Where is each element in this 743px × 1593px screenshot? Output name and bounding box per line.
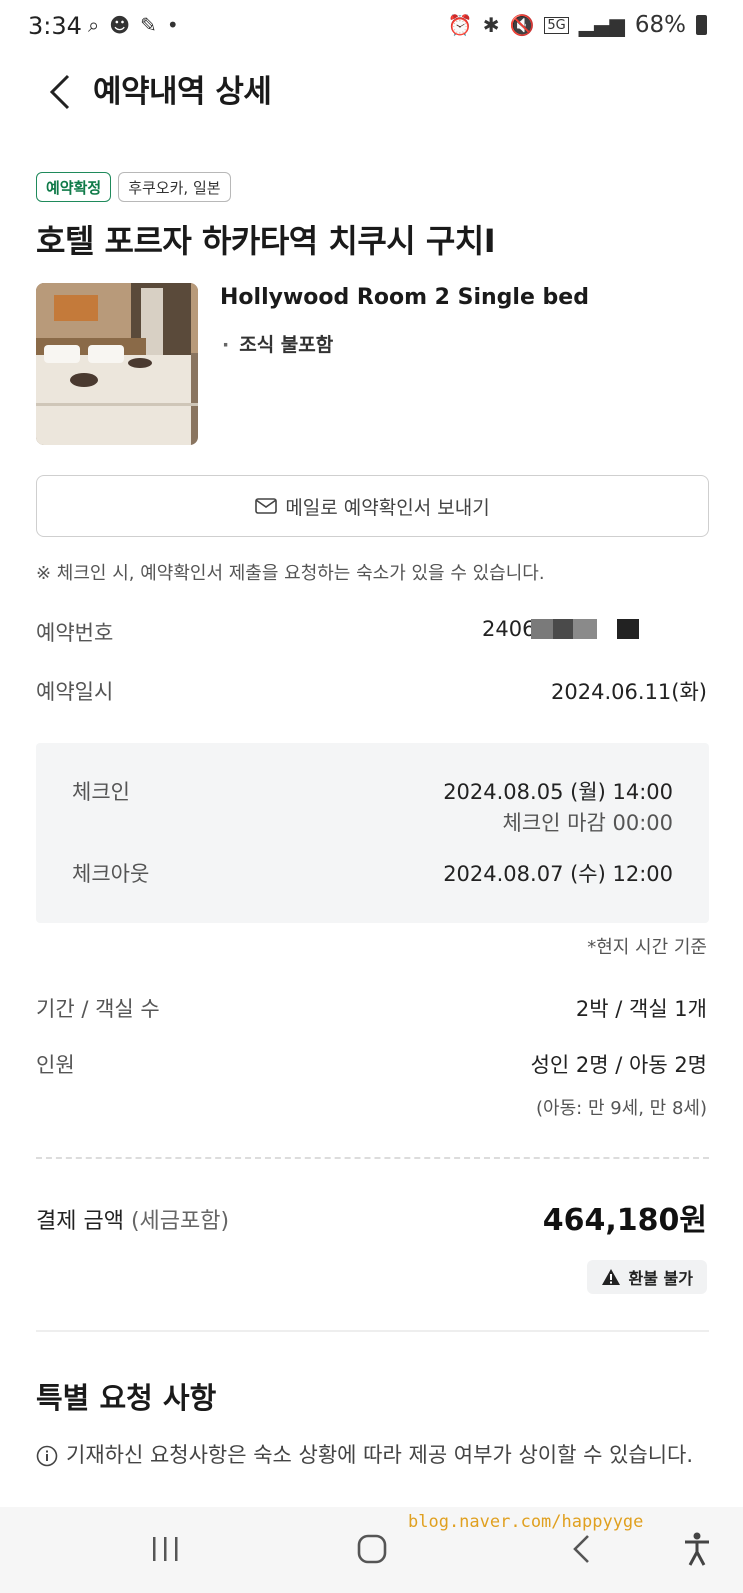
status-badge: 예약확정 [36, 172, 112, 202]
back-arrow-icon [573, 1535, 589, 1563]
page-title: 예약내역 상세 [93, 74, 272, 110]
checkin-deadline: 체크인 마감 00:00 [502, 811, 673, 835]
chevron-left-icon [49, 74, 70, 110]
special-requests-note-text: 기재하신 요청사항은 숙소 상황에 따라 제공 여부가 상이할 수 있습니다. [66, 1443, 694, 1467]
app-notification-icon: ☻ [109, 13, 131, 37]
alarm-icon: ⏰ [447, 13, 473, 37]
reservation-date-label: 예약일시 [36, 680, 114, 704]
room-photo [36, 283, 198, 445]
app-header: 예약내역 상세 [0, 56, 743, 144]
search-icon: ⌕ [88, 13, 100, 37]
payment-label-text: 결제 금액 [36, 1209, 124, 1234]
status-bar: 3:34 ⌕ ☻ ✎ • ⏰ ✱ 🔇 5G ▂▄▆ 68% [0, 0, 743, 56]
accessibility-button[interactable] [669, 1527, 725, 1571]
back-button[interactable] [38, 64, 82, 120]
child-ages: (아동: 만 9세, 만 8세) [536, 1098, 707, 1119]
signal-icon: ▂▄▆ [578, 13, 625, 37]
status-time: 3:34 [28, 12, 82, 40]
checkin-value: 2024.08.05 (월) 14:00 [443, 780, 673, 804]
home-icon [357, 1534, 387, 1564]
tax-note: (세금포함) [130, 1209, 230, 1234]
send-email-button[interactable]: 메일로 예약확인서 보내기 [36, 475, 709, 537]
masked-block [573, 619, 598, 639]
guests-label: 인원 [36, 1053, 75, 1077]
badge-row: 예약확정 후쿠오카, 일본 [36, 172, 231, 202]
reservation-number-text: 2406 [482, 617, 536, 641]
reservation-date-value: 2024.06.11(화) [551, 680, 707, 704]
warning-icon [601, 1269, 620, 1285]
network-label: 5G [544, 16, 569, 34]
reservation-number-value: 2406 [482, 617, 640, 641]
system-nav-bar: blog.naver.com/happyyge [0, 1507, 743, 1593]
send-email-label: 메일로 예약확인서 보내기 [285, 496, 490, 519]
checkin-label: 체크인 [72, 780, 130, 804]
home-button[interactable] [344, 1527, 400, 1571]
room-option: · 조식 불포함 [222, 330, 333, 357]
guests-value: 성인 2명 / 아동 2명 [530, 1053, 707, 1077]
bullet-icon: · [222, 334, 230, 356]
special-requests-note: 기재하신 요청사항은 숙소 상황에 따라 제공 여부가 상이할 수 있습니다. [36, 1440, 709, 1471]
info-icon [36, 1445, 58, 1467]
period-label: 기간 / 객실 수 [36, 997, 160, 1021]
checkin-checkout-box: 체크인 2024.08.05 (월) 14:00 체크인 마감 00:00 체크… [36, 743, 709, 923]
bluetooth-icon: ✱ [482, 13, 500, 37]
battery-icon [696, 15, 707, 35]
refund-label: 환불 불가 [628, 1269, 693, 1288]
recent-apps-button[interactable] [137, 1527, 193, 1571]
location-badge: 후쿠오카, 일본 [118, 172, 231, 202]
refund-badge: 환불 불가 [586, 1260, 707, 1294]
pen-icon: ✎ [140, 13, 157, 37]
notice-text: ※ 체크인 시, 예약확인서 제출을 요청하는 숙소가 있을 수 있습니다. [36, 563, 545, 584]
period-value: 2박 / 객실 1개 [575, 997, 707, 1021]
mail-icon [255, 498, 278, 514]
dashed-divider [36, 1157, 709, 1159]
masked-block [531, 619, 554, 639]
battery-text: 68% [634, 12, 686, 38]
local-time-note: *현지 시간 기준 [587, 937, 707, 958]
room-option-text: 조식 불포함 [239, 334, 334, 356]
section-divider [36, 1330, 709, 1332]
accessibility-icon [685, 1532, 709, 1566]
mute-icon: 🔇 [509, 13, 535, 37]
dot-icon: • [166, 13, 179, 37]
reservation-number-label: 예약번호 [36, 621, 114, 645]
system-back-button[interactable] [553, 1527, 609, 1571]
checkout-label: 체크아웃 [72, 862, 150, 886]
payment-amount: 464,180원 [542, 1203, 707, 1238]
masked-block [617, 619, 640, 639]
room-name: Hollywood Room 2 Single bed [220, 285, 589, 310]
hotel-name: 호텔 포르자 하카타역 치쿠시 구치I [36, 222, 496, 260]
checkout-value: 2024.08.07 (수) 12:00 [443, 862, 673, 886]
recent-apps-icon [153, 1537, 178, 1561]
payment-label: 결제 금액 (세금포함) [36, 1203, 229, 1235]
special-requests-title: 특별 요청 사항 [36, 1381, 217, 1415]
masked-block [553, 619, 574, 639]
